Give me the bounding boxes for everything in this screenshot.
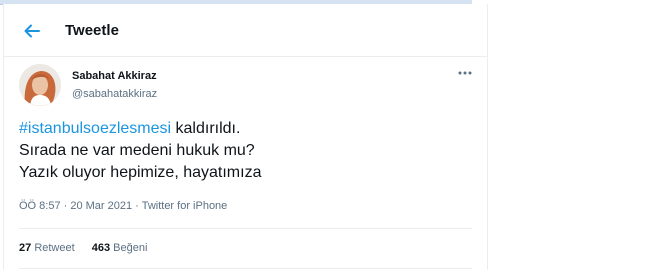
more-options-button[interactable] [456, 66, 474, 80]
arrow-left-icon [24, 24, 40, 38]
likes-stat[interactable]: 463 Beğeni [92, 242, 148, 254]
page-title: Tweetle [65, 22, 119, 39]
retweets-stat[interactable]: 27 Retweet [19, 242, 75, 254]
tweet-line-3: Yazık oluyor hepimize, hayatımıza [19, 164, 262, 181]
tweet-source-link[interactable]: Twitter for iPhone [142, 200, 228, 212]
divider [19, 268, 472, 269]
tweet-stats: 27 Retweet 463 Beğeni [19, 242, 161, 254]
tweet-line-2: Sırada ne var medeni hukuk mu? [19, 142, 255, 159]
more-dots-icon [458, 71, 472, 75]
tweet-detail-panel: Tweetle Sabahat Akkiraz @sabahatakkiraz … [3, 4, 488, 270]
tweet-timestamp[interactable]: ÖÖ 8:57 · 20 Mar 2021 [19, 200, 132, 212]
retweets-label: Retweet [34, 242, 75, 254]
divider [19, 228, 472, 229]
retweets-count: 27 [19, 242, 32, 254]
likes-count: 463 [91, 242, 111, 254]
likes-label: Beğeni [113, 242, 148, 254]
author-name[interactable]: Sabahat Akkiraz [72, 70, 157, 82]
author-handle[interactable]: @sabahatakkiraz [72, 88, 157, 100]
avatar[interactable] [19, 64, 61, 106]
page-header: Tweetle [4, 4, 487, 57]
tweet-line-1: #istanbulsoezlesmesi kaldırıldı. [19, 118, 469, 140]
meta-separator: · [132, 200, 142, 212]
tweet-meta: ÖÖ 8:57 · 20 Mar 2021 · Twitter for iPho… [19, 200, 227, 212]
tweet-line-1-rest: kaldırıldı. [171, 120, 241, 137]
back-button[interactable] [21, 20, 43, 42]
hashtag-link[interactable]: #istanbulsoezlesmesi [19, 120, 171, 137]
tweet-text: #istanbulsoezlesmesi kaldırıldı. Sırada … [19, 118, 469, 184]
